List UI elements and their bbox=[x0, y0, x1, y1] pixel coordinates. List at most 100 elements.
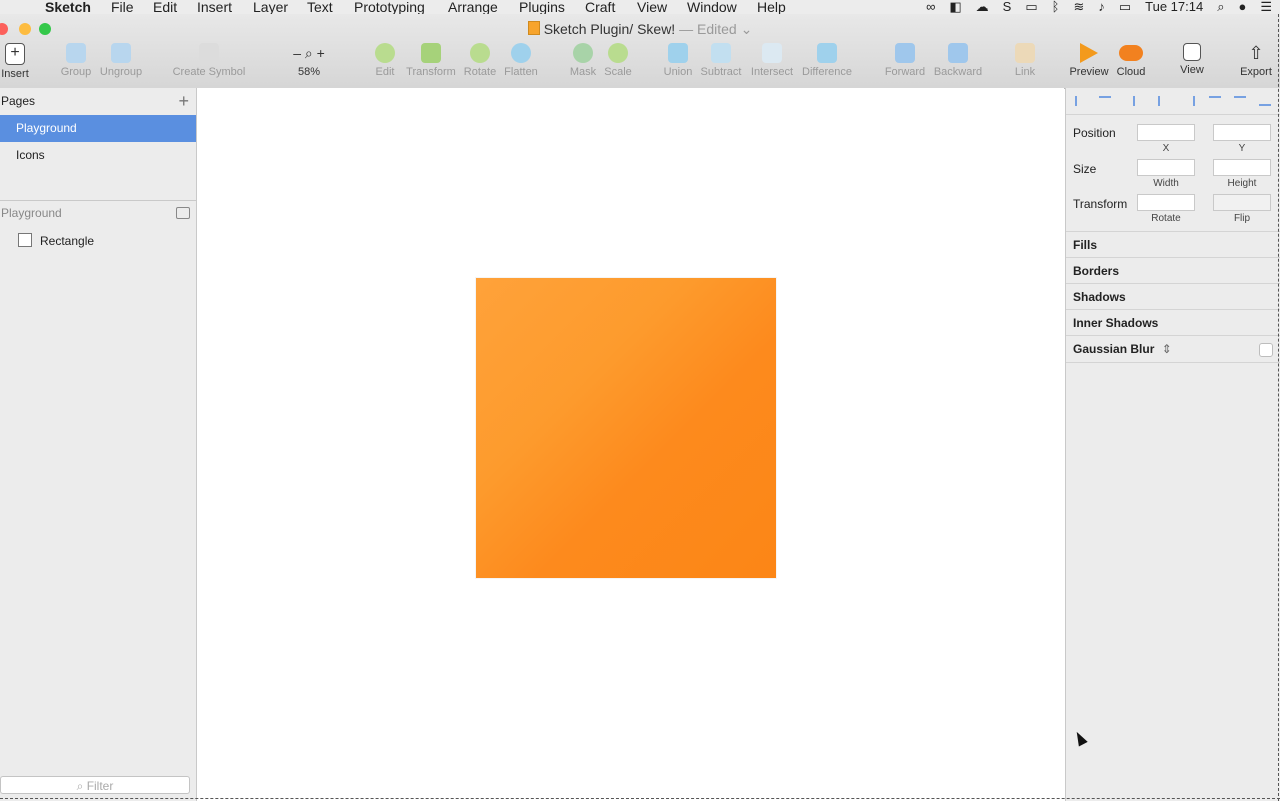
ctrl-icon[interactable]: ◧ bbox=[949, 0, 961, 14]
align-bottom-icon[interactable] bbox=[1259, 96, 1271, 106]
app-menu[interactable]: Sketch bbox=[45, 0, 91, 14]
alignment-toolbar bbox=[1066, 88, 1280, 115]
group-icon bbox=[66, 43, 86, 63]
flip-control[interactable] bbox=[1213, 194, 1271, 211]
selection-outline-right bbox=[1278, 14, 1279, 801]
menu-window[interactable]: Window bbox=[687, 0, 737, 14]
flatten-button[interactable]: Flatten bbox=[502, 43, 540, 78]
status-area: ∞ ◧ ☁ S ▭ ᛒ ≋ ♪ ▭ Tue 17:14 ⌕ ● ☰ bbox=[926, 0, 1272, 14]
filter-input[interactable]: ⌕ Filter bbox=[0, 776, 190, 794]
page-item-playground[interactable]: Playground bbox=[0, 115, 196, 142]
canvas[interactable] bbox=[197, 88, 1064, 801]
rectangle-layer-icon bbox=[18, 233, 32, 247]
window-toolbar: Sketch Plugin/ Skew! — Edited ⌄ + Insert … bbox=[0, 14, 1280, 89]
align-left-icon[interactable] bbox=[1133, 96, 1145, 106]
menu-arrange[interactable]: Arrange bbox=[448, 0, 498, 14]
rotate-field[interactable] bbox=[1137, 194, 1195, 211]
forward-button[interactable]: Forward bbox=[883, 43, 927, 78]
rectangle-shape[interactable] bbox=[476, 278, 776, 578]
ungroup-button[interactable]: Ungroup bbox=[99, 43, 143, 78]
zoom-magnifier-icon: – ⌕ + bbox=[293, 45, 325, 61]
backward-button[interactable]: Backward bbox=[932, 43, 984, 78]
subtract-icon bbox=[711, 43, 731, 63]
height-label: Height bbox=[1227, 178, 1257, 189]
menu-view[interactable]: View bbox=[637, 0, 667, 14]
volume-icon[interactable]: ♪ bbox=[1098, 0, 1105, 14]
rotate-label: Rotate bbox=[1151, 213, 1181, 224]
align-middle-icon[interactable] bbox=[1234, 96, 1246, 106]
skype-icon[interactable]: S bbox=[1003, 0, 1012, 14]
section-shadows[interactable]: Shadows bbox=[1066, 283, 1280, 310]
add-page-icon[interactable]: + bbox=[178, 88, 189, 114]
section-inner-shadows[interactable]: Inner Shadows bbox=[1066, 309, 1280, 336]
export-arrow-icon: ⇧ bbox=[1248, 43, 1264, 63]
section-borders[interactable]: Borders bbox=[1066, 257, 1280, 284]
export-button[interactable]: ⇧ Export bbox=[1238, 43, 1274, 78]
zoom-control[interactable]: – ⌕ +58% bbox=[282, 43, 336, 78]
menu-help[interactable]: Help bbox=[757, 0, 786, 14]
intersect-button[interactable]: Intersect bbox=[749, 43, 795, 78]
menu-prototyping[interactable]: Prototyping bbox=[354, 0, 425, 14]
insert-button[interactable]: + Insert bbox=[0, 43, 30, 80]
menu-edit[interactable]: Edit bbox=[153, 0, 177, 14]
play-triangle-icon bbox=[1080, 43, 1098, 63]
bluetooth-icon[interactable]: ᛒ bbox=[1052, 0, 1060, 14]
menu-text[interactable]: Text bbox=[307, 0, 333, 14]
notification-center-icon[interactable]: ☰ bbox=[1260, 0, 1272, 14]
chevron-down-icon[interactable]: ⌄ bbox=[737, 21, 753, 37]
menu-insert[interactable]: Insert bbox=[197, 0, 232, 14]
align-right-icon[interactable] bbox=[1183, 96, 1195, 106]
section-gaussian-blur[interactable]: Gaussian Blur ⇕ bbox=[1066, 335, 1280, 363]
menu-file[interactable]: File bbox=[111, 0, 134, 14]
blur-type-stepper-icon[interactable]: ⇕ bbox=[1162, 342, 1172, 356]
siri-icon[interactable]: ● bbox=[1238, 0, 1246, 14]
edit-button[interactable]: Edit bbox=[373, 43, 397, 78]
search-icon[interactable]: ⌕ bbox=[1217, 0, 1224, 14]
pages-header: Pages + bbox=[0, 88, 196, 114]
collapse-layers-icon[interactable] bbox=[176, 207, 190, 219]
distribute-horizontal-icon[interactable] bbox=[1075, 96, 1087, 106]
inspector-panel: Position X Y Size Width Height Transform… bbox=[1065, 88, 1280, 801]
view-button[interactable]: View bbox=[1176, 43, 1208, 76]
difference-button[interactable]: Difference bbox=[800, 43, 854, 78]
width-label: Width bbox=[1153, 178, 1179, 189]
view-panel-icon bbox=[1183, 43, 1201, 61]
send-backward-icon bbox=[948, 43, 968, 63]
align-center-icon[interactable] bbox=[1158, 96, 1170, 106]
x-field[interactable] bbox=[1137, 124, 1195, 141]
create-symbol-button[interactable]: Create Symbol bbox=[172, 43, 246, 78]
transform-button[interactable]: Transform bbox=[405, 43, 457, 78]
clock[interactable]: Tue 17:14 bbox=[1145, 0, 1203, 14]
distribute-vertical-icon[interactable] bbox=[1099, 96, 1111, 106]
ungroup-icon bbox=[111, 43, 131, 63]
battery-icon[interactable]: ▭ bbox=[1119, 0, 1131, 14]
creative-cloud-icon[interactable]: ∞ bbox=[926, 0, 935, 14]
height-field[interactable] bbox=[1213, 159, 1271, 176]
menu-layer[interactable]: Layer bbox=[253, 0, 288, 14]
menu-craft[interactable]: Craft bbox=[585, 0, 615, 14]
subtract-button[interactable]: Subtract bbox=[699, 43, 743, 78]
y-field[interactable] bbox=[1213, 124, 1271, 141]
link-button[interactable]: Link bbox=[1010, 43, 1040, 78]
layer-item-rectangle[interactable]: Rectangle bbox=[18, 233, 94, 249]
position-label: Position bbox=[1073, 126, 1116, 140]
airplay-icon[interactable]: ▭ bbox=[1025, 0, 1037, 14]
cloud-button[interactable]: Cloud bbox=[1113, 43, 1149, 78]
union-button[interactable]: Union bbox=[663, 43, 693, 78]
rotate-button[interactable]: Rotate bbox=[462, 43, 498, 78]
align-top-icon[interactable] bbox=[1209, 96, 1221, 106]
wifi-icon[interactable]: ≋ bbox=[1073, 0, 1084, 14]
selection-outline-bottom bbox=[0, 798, 1280, 799]
gaussian-blur-checkbox[interactable] bbox=[1259, 343, 1273, 357]
menu-plugins[interactable]: Plugins bbox=[519, 0, 565, 14]
page-item-icons[interactable]: Icons bbox=[0, 142, 196, 169]
mask-button[interactable]: Mask bbox=[569, 43, 597, 78]
cloud-icon[interactable]: ☁ bbox=[976, 0, 989, 14]
section-fills[interactable]: Fills bbox=[1066, 231, 1280, 258]
group-button[interactable]: Group bbox=[58, 43, 94, 78]
bring-forward-icon bbox=[895, 43, 915, 63]
scale-button[interactable]: Scale bbox=[603, 43, 633, 78]
preview-button[interactable]: Preview bbox=[1068, 43, 1110, 78]
search-icon: ⌕ bbox=[76, 779, 87, 793]
width-field[interactable] bbox=[1137, 159, 1195, 176]
